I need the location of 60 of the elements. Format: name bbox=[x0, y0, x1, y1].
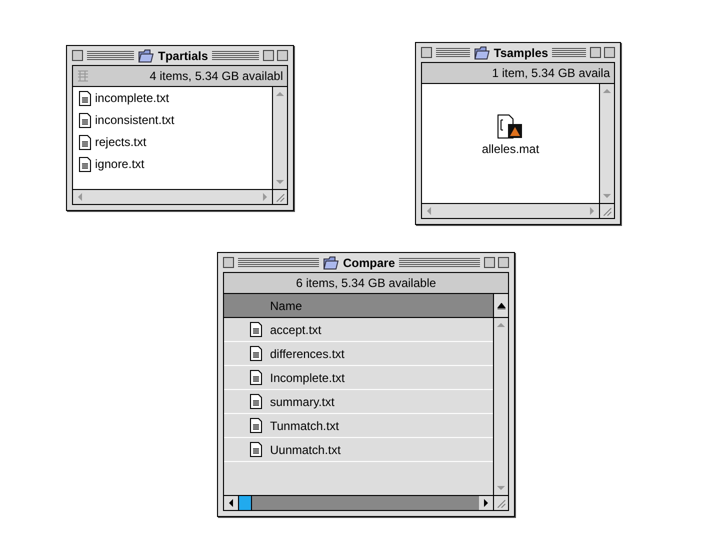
sort-direction-icon bbox=[496, 302, 506, 310]
window-title: Tsamples bbox=[494, 46, 548, 58]
file-row[interactable]: ignore.txt bbox=[73, 153, 272, 175]
file-name: Uunmatch.txt bbox=[270, 442, 341, 458]
text-file-icon bbox=[250, 394, 262, 409]
items-info: 4 items, 5.34 GB availabl bbox=[150, 68, 283, 85]
title-stripes[interactable] bbox=[212, 51, 260, 60]
folder-icon bbox=[138, 48, 154, 62]
text-file-icon bbox=[250, 346, 262, 361]
file-name: incomplete.txt bbox=[95, 90, 170, 107]
scroll-left-icon[interactable] bbox=[224, 496, 238, 510]
zoom-box[interactable] bbox=[590, 47, 601, 58]
text-file-icon bbox=[79, 156, 91, 172]
folder-icon bbox=[474, 46, 490, 60]
scroll-thumb[interactable] bbox=[238, 496, 252, 510]
title-stripes[interactable] bbox=[552, 48, 586, 57]
text-file-icon bbox=[79, 134, 91, 150]
horizontal-scrollbar[interactable] bbox=[224, 496, 493, 510]
file-name: Tunmatch.txt bbox=[270, 418, 339, 434]
resize-grip-icon[interactable] bbox=[599, 204, 614, 218]
text-file-icon bbox=[250, 322, 262, 337]
collapse-box[interactable] bbox=[604, 47, 615, 58]
file-row[interactable]: inconsistent.txt bbox=[73, 109, 272, 131]
resize-grip-icon[interactable] bbox=[272, 190, 287, 204]
file-name: accept.txt bbox=[270, 322, 322, 338]
file-name: inconsistent.txt bbox=[95, 112, 174, 129]
title-stripes[interactable] bbox=[399, 258, 480, 267]
text-file-icon bbox=[79, 90, 91, 106]
folder-icon bbox=[323, 256, 339, 270]
file-row[interactable]: incomplete.txt bbox=[73, 87, 272, 109]
close-box[interactable] bbox=[223, 257, 234, 268]
collapse-box[interactable] bbox=[498, 257, 510, 268]
file-name: Incomplete.txt bbox=[270, 370, 345, 386]
zoom-box[interactable] bbox=[263, 50, 274, 61]
window-title: Compare bbox=[343, 256, 396, 268]
column-header[interactable]: Name bbox=[224, 294, 493, 317]
grid-icon bbox=[77, 70, 89, 82]
file-name: ignore.txt bbox=[95, 156, 144, 173]
text-file-icon bbox=[250, 442, 262, 457]
file-name[interactable]: alleles.mat bbox=[482, 140, 540, 158]
title-stripes[interactable] bbox=[87, 51, 134, 60]
resize-grip-icon[interactable] bbox=[493, 496, 508, 510]
close-box[interactable] bbox=[72, 50, 83, 61]
title-stripes[interactable] bbox=[436, 48, 470, 57]
collapse-box[interactable] bbox=[277, 50, 288, 61]
zoom-box[interactable] bbox=[484, 257, 496, 268]
items-info: 1 item, 5.34 GB availa bbox=[492, 65, 610, 82]
close-box[interactable] bbox=[421, 47, 432, 58]
text-file-icon bbox=[79, 112, 91, 128]
text-file-icon bbox=[250, 370, 262, 385]
file-name: differences.txt bbox=[270, 346, 344, 362]
items-info: 6 items, 5.34 GB available bbox=[296, 275, 436, 292]
text-file-icon bbox=[250, 418, 262, 433]
file-name: rejects.txt bbox=[95, 134, 146, 151]
sort-button[interactable] bbox=[493, 294, 508, 317]
window-title: Tpartials bbox=[158, 50, 208, 62]
scroll-right-icon[interactable] bbox=[479, 496, 493, 510]
title-stripes[interactable] bbox=[238, 258, 319, 267]
file-row[interactable]: rejects.txt bbox=[73, 131, 272, 153]
file-name: summary.txt bbox=[270, 394, 334, 410]
